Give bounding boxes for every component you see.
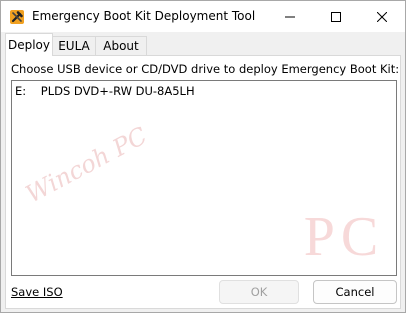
ok-button[interactable]: OK <box>219 280 299 304</box>
window-title: Emergency Boot Kit Deployment Tool <box>32 9 256 23</box>
maximize-icon <box>331 11 341 22</box>
close-icon <box>377 11 387 22</box>
main-window: Emergency Boot Kit Deployment Tool Deplo… <box>0 0 406 313</box>
pc-watermark: PC <box>303 206 385 268</box>
hammer-wrench-icon <box>10 10 24 24</box>
deploy-panel: Choose USB device or CD/DVD drive to dep… <box>5 55 401 309</box>
tab-bar: Deploy EULA About <box>5 33 401 56</box>
tab-eula[interactable]: EULA <box>52 36 96 55</box>
deploy-prompt: Choose USB device or CD/DVD drive to dep… <box>11 62 400 76</box>
maximize-button[interactable] <box>313 1 359 32</box>
close-button[interactable] <box>359 1 405 32</box>
minimize-button[interactable] <box>267 1 313 32</box>
tab-about[interactable]: About <box>95 36 147 55</box>
device-list-item[interactable]: E: PLDS DVD+-RW DU-8A5LH <box>15 84 195 98</box>
save-iso-link[interactable]: Save ISO <box>11 285 63 299</box>
cancel-button[interactable]: Cancel <box>313 280 397 304</box>
title-bar[interactable]: Emergency Boot Kit Deployment Tool <box>1 1 405 32</box>
watermark: Wincoh PC <box>21 121 152 209</box>
minimize-icon <box>285 16 295 17</box>
tab-deploy[interactable]: Deploy <box>5 33 53 56</box>
device-list[interactable]: E: PLDS DVD+-RW DU-8A5LH Wincoh PC PC <box>11 80 397 276</box>
